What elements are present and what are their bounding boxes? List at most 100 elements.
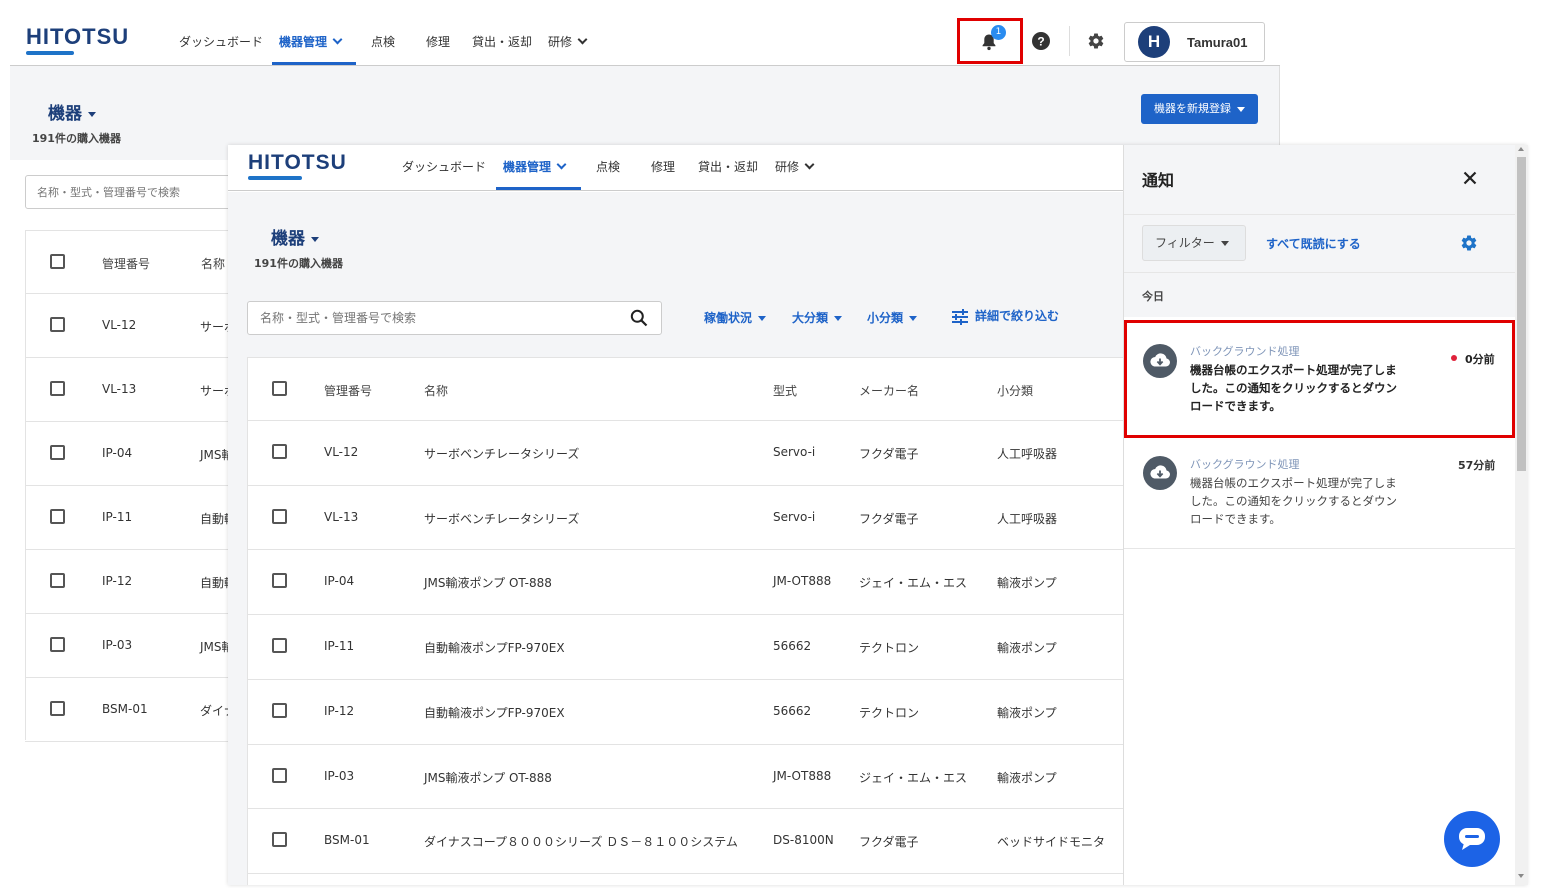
bg-nav-inspection[interactable]: 点検 xyxy=(371,33,395,50)
fg-cell-id[interactable]: IP-12 xyxy=(324,704,354,718)
fg-cell-maker: フクダ電子 xyxy=(859,447,919,461)
notification-item[interactable]: バックグラウンド処理 機器台帳のエクスポート処理が完了しました。この通知をクリッ… xyxy=(1124,441,1515,549)
bg-header-name: 名称 xyxy=(201,257,226,271)
fg-row-divider xyxy=(247,872,1123,874)
caret-down-icon xyxy=(311,236,319,242)
row-checkbox[interactable] xyxy=(50,573,65,588)
notification-message: 機器台帳のエクスポート処理が完了しました。この通知をクリックするとダウンロードで… xyxy=(1190,476,1397,526)
bg-nav-training[interactable]: 研修 xyxy=(548,33,588,50)
fg-cell-name[interactable]: JMS輸液ポンプ OT-888 xyxy=(424,769,552,786)
bg-logo[interactable]: HITOTSU xyxy=(26,24,129,55)
row-checkbox[interactable] xyxy=(272,767,287,783)
bg-cell-id[interactable]: VL-12 xyxy=(102,318,136,332)
row-checkbox[interactable] xyxy=(272,638,287,654)
bg-cell-id[interactable]: IP-12 xyxy=(102,574,132,588)
notification-filter-dropdown[interactable]: フィルター xyxy=(1142,225,1246,261)
fg-row-divider xyxy=(247,808,1123,810)
fg-cell-name[interactable]: サーボベンチレータシリーズ xyxy=(424,445,579,462)
section-header-today-bg xyxy=(1124,273,1515,317)
fg-cell-id[interactable]: IP-11 xyxy=(324,639,354,653)
row-checkbox[interactable] xyxy=(272,444,287,459)
fg-cell-model: 56662 xyxy=(773,639,812,654)
user-menu-button[interactable]: H Tamura01 xyxy=(1124,22,1265,62)
bg-cell-id[interactable]: VL-13 xyxy=(102,382,136,396)
fg-cell-id[interactable]: VL-12 xyxy=(324,445,358,459)
bg-page-title[interactable]: 機器 xyxy=(48,99,96,124)
row-checkbox[interactable] xyxy=(50,637,65,652)
fg-logo-underline xyxy=(248,176,302,180)
unread-dot xyxy=(1451,355,1457,361)
fg-row-divider xyxy=(247,743,1123,745)
bg-nav-repair[interactable]: 修理 xyxy=(426,33,450,50)
fg-header-subcategory: 小分類 xyxy=(997,384,1034,398)
fg-cell-model: JM-OT888 xyxy=(773,574,832,589)
scroll-down-arrow[interactable] xyxy=(1518,874,1524,878)
fg-nav-training[interactable]: 研修 xyxy=(775,158,815,175)
cloud-download-icon xyxy=(1143,344,1177,378)
bg-cell-id[interactable]: BSM-01 xyxy=(102,702,148,716)
notification-panel-header xyxy=(1124,145,1515,215)
row-checkbox[interactable] xyxy=(272,832,287,848)
notification-bell-button[interactable]: 1 xyxy=(957,18,1023,64)
fg-cell-id[interactable]: BSM-01 xyxy=(324,833,370,847)
bg-cell-id[interactable]: IP-04 xyxy=(102,446,132,460)
tune-icon xyxy=(952,308,968,325)
notification-panel: 通知 フィルター すべて既読にする 今日 バックグラウンド処理 機器台帳のエクス… xyxy=(1123,145,1528,885)
fg-search-input[interactable] xyxy=(247,301,662,335)
row-checkbox[interactable] xyxy=(50,509,65,524)
filter-minor-dropdown[interactable]: 小分類 xyxy=(867,309,918,326)
row-checkbox[interactable] xyxy=(50,317,65,332)
fg-cell-id[interactable]: VL-13 xyxy=(324,510,358,524)
help-icon[interactable]: ? xyxy=(1032,32,1050,50)
bg-cell-id[interactable]: IP-11 xyxy=(102,510,132,524)
bg-cell-id[interactable]: IP-03 xyxy=(102,638,132,652)
settings-gear-icon[interactable] xyxy=(1460,234,1478,252)
notification-item[interactable]: バックグラウンド処理 機器台帳のエクスポート処理が完了しました。この通知をクリッ… xyxy=(1124,320,1515,438)
fg-cell-id[interactable]: IP-03 xyxy=(324,769,354,783)
fg-cell-name[interactable]: 自動輸液ポンプFP-970EX xyxy=(424,639,565,656)
caret-down-icon xyxy=(758,316,767,321)
register-equipment-button[interactable]: 機器を新規登録 xyxy=(1141,94,1258,124)
scrollbar-track[interactable] xyxy=(1515,145,1528,885)
chevron-down-icon xyxy=(577,34,588,45)
fg-nav-inspection[interactable]: 点検 xyxy=(596,158,620,175)
fg-cell-subcategory: 輸液ポンプ xyxy=(997,770,1057,785)
scroll-up-arrow[interactable] xyxy=(1518,147,1524,151)
row-checkbox[interactable] xyxy=(50,445,65,460)
fg-cell-maker: フクダ電子 xyxy=(859,835,919,850)
close-icon[interactable] xyxy=(1463,171,1477,185)
chat-widget-button[interactable] xyxy=(1444,811,1500,867)
fg-cell-name[interactable]: 自動輸液ポンプFP-970EX xyxy=(424,704,565,721)
scrollbar-thumb[interactable] xyxy=(1517,157,1526,471)
detail-filter-button[interactable]: 詳細で絞り込む xyxy=(951,307,1059,325)
fg-nav-lending[interactable]: 貸出・返却 xyxy=(698,158,758,175)
gear-icon[interactable] xyxy=(1087,32,1105,50)
row-checkbox[interactable] xyxy=(272,702,287,718)
bg-select-all-checkbox[interactable] xyxy=(50,254,65,269)
fg-cell-subcategory: 輸液ポンプ xyxy=(997,576,1057,591)
fg-cell-name[interactable]: ダイナスコープ８０００シリーズ ＤＳ－８１００システム xyxy=(424,833,738,850)
filter-major-dropdown[interactable]: 大分類 xyxy=(792,309,843,326)
cloud-download-icon xyxy=(1143,456,1177,490)
row-checkbox[interactable] xyxy=(50,381,65,396)
search-icon[interactable] xyxy=(630,309,648,327)
bg-nav-equipment[interactable]: 機器管理 xyxy=(279,33,343,50)
fg-nav-dashboard[interactable]: ダッシュボード xyxy=(402,158,486,175)
fg-logo[interactable]: HITOTSU xyxy=(248,151,347,180)
row-checkbox[interactable] xyxy=(50,701,65,716)
fg-select-all-checkbox[interactable] xyxy=(272,381,287,396)
row-checkbox[interactable] xyxy=(272,508,287,524)
fg-cell-subcategory: 輸液ポンプ xyxy=(997,641,1057,656)
fg-nav-repair[interactable]: 修理 xyxy=(651,158,675,175)
mark-all-read-link[interactable]: すべて既読にする xyxy=(1266,235,1361,252)
fg-cell-name[interactable]: サーボベンチレータシリーズ xyxy=(424,510,579,527)
fg-page-title[interactable]: 機器 xyxy=(271,224,319,249)
fg-nav-equipment[interactable]: 機器管理 xyxy=(503,158,567,175)
bg-nav-dashboard[interactable]: ダッシュボード xyxy=(179,33,263,50)
row-checkbox[interactable] xyxy=(272,573,287,589)
bg-nav-lending[interactable]: 貸出・返却 xyxy=(472,33,532,50)
fg-logo-text: HITOTSU xyxy=(248,151,347,174)
filter-status-dropdown[interactable]: 稼働状況 xyxy=(704,309,767,326)
fg-cell-id[interactable]: IP-04 xyxy=(324,574,354,588)
fg-cell-name[interactable]: JMS輸液ポンプ OT-888 xyxy=(424,574,552,591)
